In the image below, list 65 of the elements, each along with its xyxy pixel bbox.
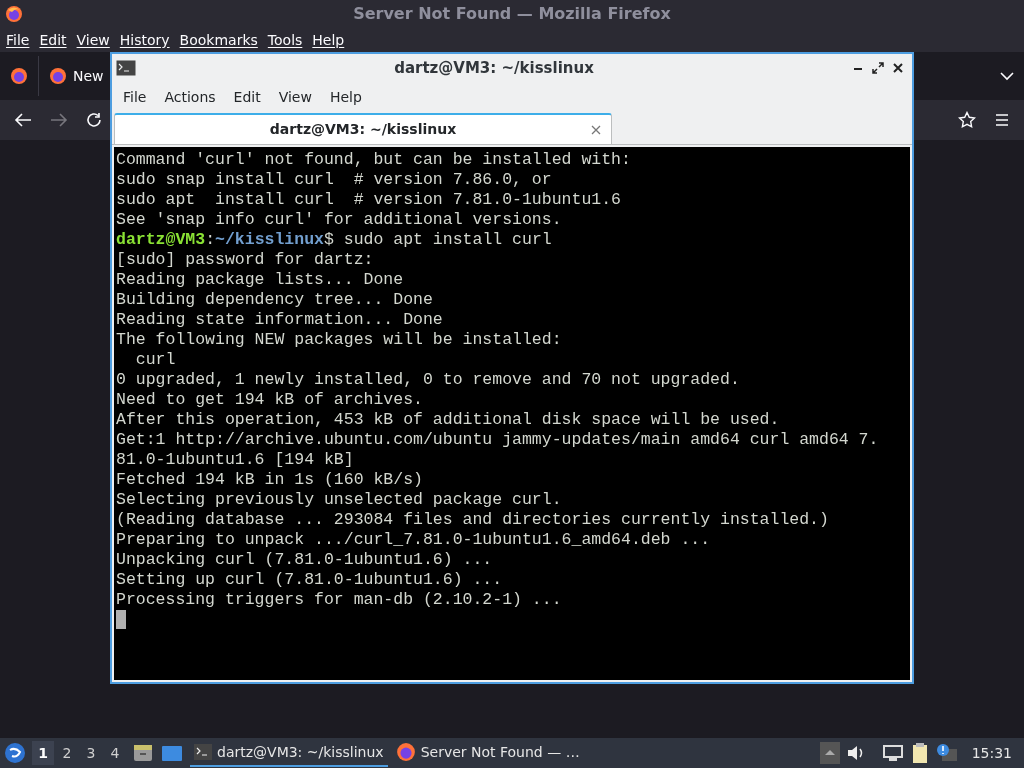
menu-icon[interactable] [994,113,1010,127]
clock[interactable]: 15:31 [963,742,1020,764]
terminal-line: curl [134,350,177,370]
firefox-icon [395,742,416,762]
terminal-line: dartz@VM3:~/kisslinux$ sudo apt install curl [116,230,553,250]
terminal-line: Processing triggers for man-db (2.10.2-1) ... [116,590,563,610]
workspace-button[interactable]: 1 [32,741,54,765]
firefox-icon [5,5,23,23]
menu-item[interactable]: File [116,86,154,108]
desktop-icon[interactable] [160,743,184,763]
terminal-icon [116,60,136,76]
terminal-line: Selecting previously unselected package curl. [116,490,563,510]
taskbar-button[interactable]: dartz@VM3: ~/kisslinux [190,739,388,767]
back-icon[interactable] [14,112,32,128]
terminal-line: Need to get 194 kB of archives. [116,390,424,410]
menu-item[interactable]: Help [312,29,345,51]
menu-item[interactable]: View [271,86,319,108]
terminal-tab[interactable]: dartz@VM3: ~/kisslinux [114,113,612,144]
workspace-button[interactable]: 3 [80,741,102,765]
terminal-line: 81.0-1ubuntu1.6 [194 kB] [116,450,355,470]
workspace-button[interactable]: 2 [56,741,78,765]
terminal-line: Command 'curl' not found, but can be installed with: [116,150,632,170]
menu-item[interactable]: History [119,29,170,51]
file-manager-icon[interactable] [132,743,154,763]
network-icon[interactable] [881,744,904,762]
terminal-line: [sudo] password for dartz: [116,250,375,270]
terminal-line: sudo snap install curl # version 7.86.0, or [116,170,553,190]
terminal-line: (Reading database ... 293084 files and directories currently installed.) [116,510,830,530]
terminal-line: Reading package lists... Done [116,270,405,290]
terminal-icon [194,744,212,760]
maximize-icon[interactable] [872,62,884,74]
star-icon[interactable] [958,111,976,129]
menu-item[interactable]: Tools [267,29,303,51]
taskbar-button[interactable]: Server Not Found — … [391,739,584,767]
terminal-line: Get:1 http://archive.ubuntu.com/ubuntu jammy-updates/main amd64 curl amd64 7. [116,430,880,450]
workspace-button[interactable]: 4 [104,741,126,765]
terminal-line: Unpacking curl (7.81.0-1ubuntu1.6) ... [116,550,494,570]
terminal-line: 0 upgraded, 1 newly installed, 0 to remove and 70 not upgraded. [116,370,741,390]
close-icon[interactable] [892,62,904,74]
forward-icon[interactable] [50,112,68,128]
menu-item[interactable]: Edit [226,86,268,108]
firefox-icon[interactable] [10,67,28,85]
terminal-line: Building dependency tree... Done [116,290,434,310]
menu-item[interactable]: Bookmarks [179,29,258,51]
menu-item[interactable]: Help [322,86,369,108]
terminal-line: The following NEW packages will be installed: [116,330,563,350]
notification-icon[interactable] [935,743,958,763]
terminal-line: After this operation, 453 kB of additional disk space will be used. [116,410,781,430]
terminal-line: Setting up curl (7.81.0-1ubuntu1.6) ... [116,570,504,590]
terminal-line: See 'snap info curl' for additional versions. [116,210,563,230]
terminal-line: Reading state information... Done [116,310,444,330]
menu-item[interactable]: Edit [39,29,67,51]
reload-icon[interactable] [86,112,102,128]
chevron-down-icon[interactable] [1000,71,1014,81]
menu-item[interactable]: File [6,29,30,51]
window-title: dartz@VM3: ~/kisslinux [393,57,595,79]
terminal-line: sudo apt install curl # version 7.81.0-1ubuntu1.6 [116,190,622,210]
menu-item[interactable]: View [76,29,110,51]
terminal-line: Preparing to unpack .../curl_7.81.0-1ubuntu1.6_amd64.deb ... [116,530,712,550]
menu-item[interactable]: Actions [157,86,223,108]
window-title: Server Not Found — Mozilla Firefox [353,3,671,25]
start-menu-icon[interactable] [4,742,26,764]
browser-tab[interactable]: New [49,65,104,87]
firefox-icon [49,67,67,85]
terminal-line: Fetched 194 kB in 1s (160 kB/s) [116,470,424,490]
